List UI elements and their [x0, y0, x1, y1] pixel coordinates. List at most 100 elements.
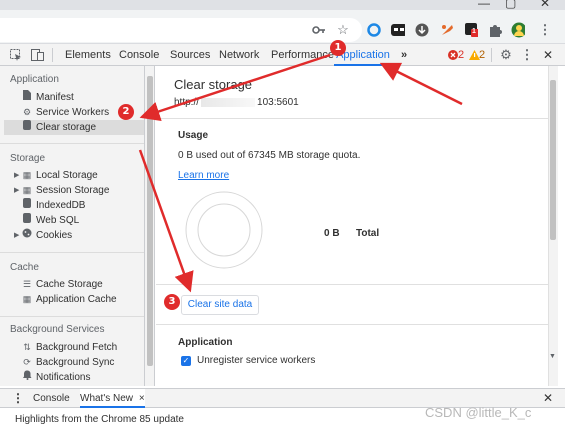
unregister-service-workers-option[interactable]: ✓ Unregister service workers	[181, 355, 315, 366]
sync-icon: ⟳	[23, 357, 31, 367]
sidebar-section-application: Application	[10, 74, 59, 85]
sidebar-item-application-cache[interactable]: ▦ Application Cache	[22, 292, 144, 307]
devtools-close-button[interactable]: ✕	[543, 44, 553, 66]
origin-prefix: http://	[174, 97, 200, 108]
redacted-host	[201, 97, 256, 107]
expand-arrow-icon[interactable]: ▶	[14, 183, 19, 198]
divider	[156, 118, 548, 119]
tab-network[interactable]: Network	[219, 44, 259, 66]
drawer-close-button[interactable]: ✕	[543, 389, 553, 408]
bookmark-star-icon[interactable]: ☆	[336, 22, 350, 37]
sidebar-item-label: Session Storage	[36, 185, 110, 196]
usage-heading: Usage	[178, 130, 209, 141]
settings-gear-icon[interactable]: ⚙	[499, 47, 513, 62]
drawer-menu-icon[interactable]: ⋮	[12, 389, 24, 408]
devtools-tab-bar: Elements Console Sources Network Perform…	[0, 44, 565, 66]
bell-icon	[22, 370, 32, 385]
tab-separator	[52, 48, 53, 62]
stack-icon: ☰	[22, 279, 32, 289]
tab-sources[interactable]: Sources	[170, 44, 210, 66]
minimize-button[interactable]: —	[478, 0, 490, 10]
device-toolbar-icon[interactable]	[30, 48, 44, 62]
tab-performance[interactable]: Performance	[271, 44, 334, 66]
tab-elements[interactable]: Elements	[65, 44, 111, 66]
sidebar-item-label: Manifest	[36, 92, 74, 103]
key-icon[interactable]	[312, 23, 326, 37]
close-tab-icon[interactable]: ×	[139, 393, 145, 404]
extension-vpn-icon[interactable]: 1	[464, 23, 478, 37]
extension-blue-ring-icon[interactable]	[367, 23, 381, 37]
devtools-menu-icon[interactable]: ⋮	[520, 47, 534, 62]
page-title: Clear storage	[174, 77, 253, 92]
sidebar-item-label: Web SQL	[36, 215, 80, 226]
sidebar-item-label: Background Fetch	[36, 342, 118, 353]
sidebar-item-label: Notifications	[36, 372, 91, 383]
sidebar-item-label: Application Cache	[36, 294, 117, 305]
document-icon	[22, 90, 32, 105]
whats-new-headline[interactable]: Highlights from the Chrome 85 update	[15, 414, 184, 425]
sidebar-item-background-sync[interactable]: ⟳ Background Sync	[22, 355, 144, 370]
extension-download-icon[interactable]	[415, 23, 429, 37]
sidebar-item-label: Cookies	[36, 230, 73, 241]
sidebar-divider	[0, 316, 144, 317]
expand-arrow-icon[interactable]: ▶	[14, 228, 19, 243]
database-icon	[22, 213, 32, 228]
sidebar-divider	[0, 252, 144, 253]
drawer-tab-whats-new[interactable]: What's New ×	[80, 389, 145, 408]
extensions-puzzle-icon[interactable]	[488, 23, 502, 37]
browser-menu-icon[interactable]: ⋮	[538, 22, 552, 37]
drawer-tab-console[interactable]: Console	[33, 389, 70, 408]
usage-pie-chart	[185, 191, 263, 269]
sidebar-item-cookies[interactable]: Cookies	[22, 228, 144, 243]
tab-console[interactable]: Console	[119, 44, 159, 66]
step-badge-3: 3	[164, 294, 180, 310]
sidebar-item-web-sql[interactable]: Web SQL	[22, 213, 144, 228]
divider	[156, 324, 548, 325]
cookie-icon	[22, 228, 32, 243]
application-heading: Application	[178, 337, 233, 348]
tab-separator	[491, 48, 492, 62]
sidebar-item-indexeddb[interactable]: IndexedDB	[22, 198, 144, 213]
sidebar-scrollbar-thumb[interactable]	[147, 76, 153, 366]
up-down-arrows-icon: ⇅	[23, 342, 31, 352]
unregister-label: Unregister service workers	[197, 355, 316, 366]
drawer-tab-label: What's New	[80, 393, 134, 404]
profile-avatar-icon[interactable]	[511, 22, 525, 38]
address-bar[interactable]: ☆	[0, 18, 362, 42]
error-count: 2	[458, 49, 465, 61]
extension-tool-icon[interactable]	[440, 23, 454, 37]
origin-url: http:// 103:5601	[174, 97, 299, 108]
extension-badge-count: 1	[472, 28, 476, 35]
browser-toolbar: ☆ 1 ⋮	[0, 10, 565, 44]
usage-total-label: Total	[356, 228, 380, 239]
sidebar-item-local-storage[interactable]: ▦ Local Storage	[22, 168, 144, 183]
sidebar-item-session-storage[interactable]: ▦ Session Storage	[22, 183, 144, 198]
checkbox-checked-icon[interactable]: ✓	[181, 355, 191, 366]
table-grid-icon: ▦	[22, 170, 32, 180]
sidebar-section-storage: Storage	[10, 153, 46, 164]
expand-arrow-icon[interactable]: ▶	[14, 168, 19, 183]
extension-mask-icon[interactable]	[391, 23, 405, 37]
sidebar-item-cache-storage[interactable]: ☰ Cache Storage	[22, 277, 144, 292]
database-icon	[22, 120, 32, 135]
scroll-down-arrow-icon[interactable]: ▼	[549, 353, 556, 360]
sidebar-item-label: Cache Storage	[36, 279, 103, 290]
sidebar-item-manifest[interactable]: Manifest	[22, 90, 144, 105]
step-badge-2: 2	[118, 104, 134, 120]
window-close-button[interactable]: ✕	[540, 0, 550, 10]
learn-more-link[interactable]: Learn more	[178, 170, 229, 181]
main-scrollbar-thumb[interactable]	[550, 80, 556, 240]
sidebar-item-label: Background Sync	[36, 357, 115, 368]
sidebar-item-notifications[interactable]: Notifications	[22, 370, 144, 385]
usage-bytes: 0 B	[324, 228, 340, 239]
inspect-element-icon[interactable]	[9, 48, 23, 62]
maximize-button[interactable]: ▢	[505, 0, 516, 10]
origin-suffix: 103:5601	[257, 97, 299, 108]
clear-site-data-button[interactable]: Clear site data	[181, 295, 259, 315]
sidebar-item-background-fetch[interactable]: ⇅ Background Fetch	[22, 340, 144, 355]
watermark: CSDN @little_K_c	[425, 405, 532, 420]
sidebar-item-clear-storage[interactable]: Clear storage	[4, 120, 144, 135]
more-tabs-button[interactable]: »	[401, 44, 407, 66]
usage-summary: 0 B used out of 67345 MB storage quota.	[178, 150, 361, 161]
sidebar-item-label: Local Storage	[36, 170, 98, 181]
